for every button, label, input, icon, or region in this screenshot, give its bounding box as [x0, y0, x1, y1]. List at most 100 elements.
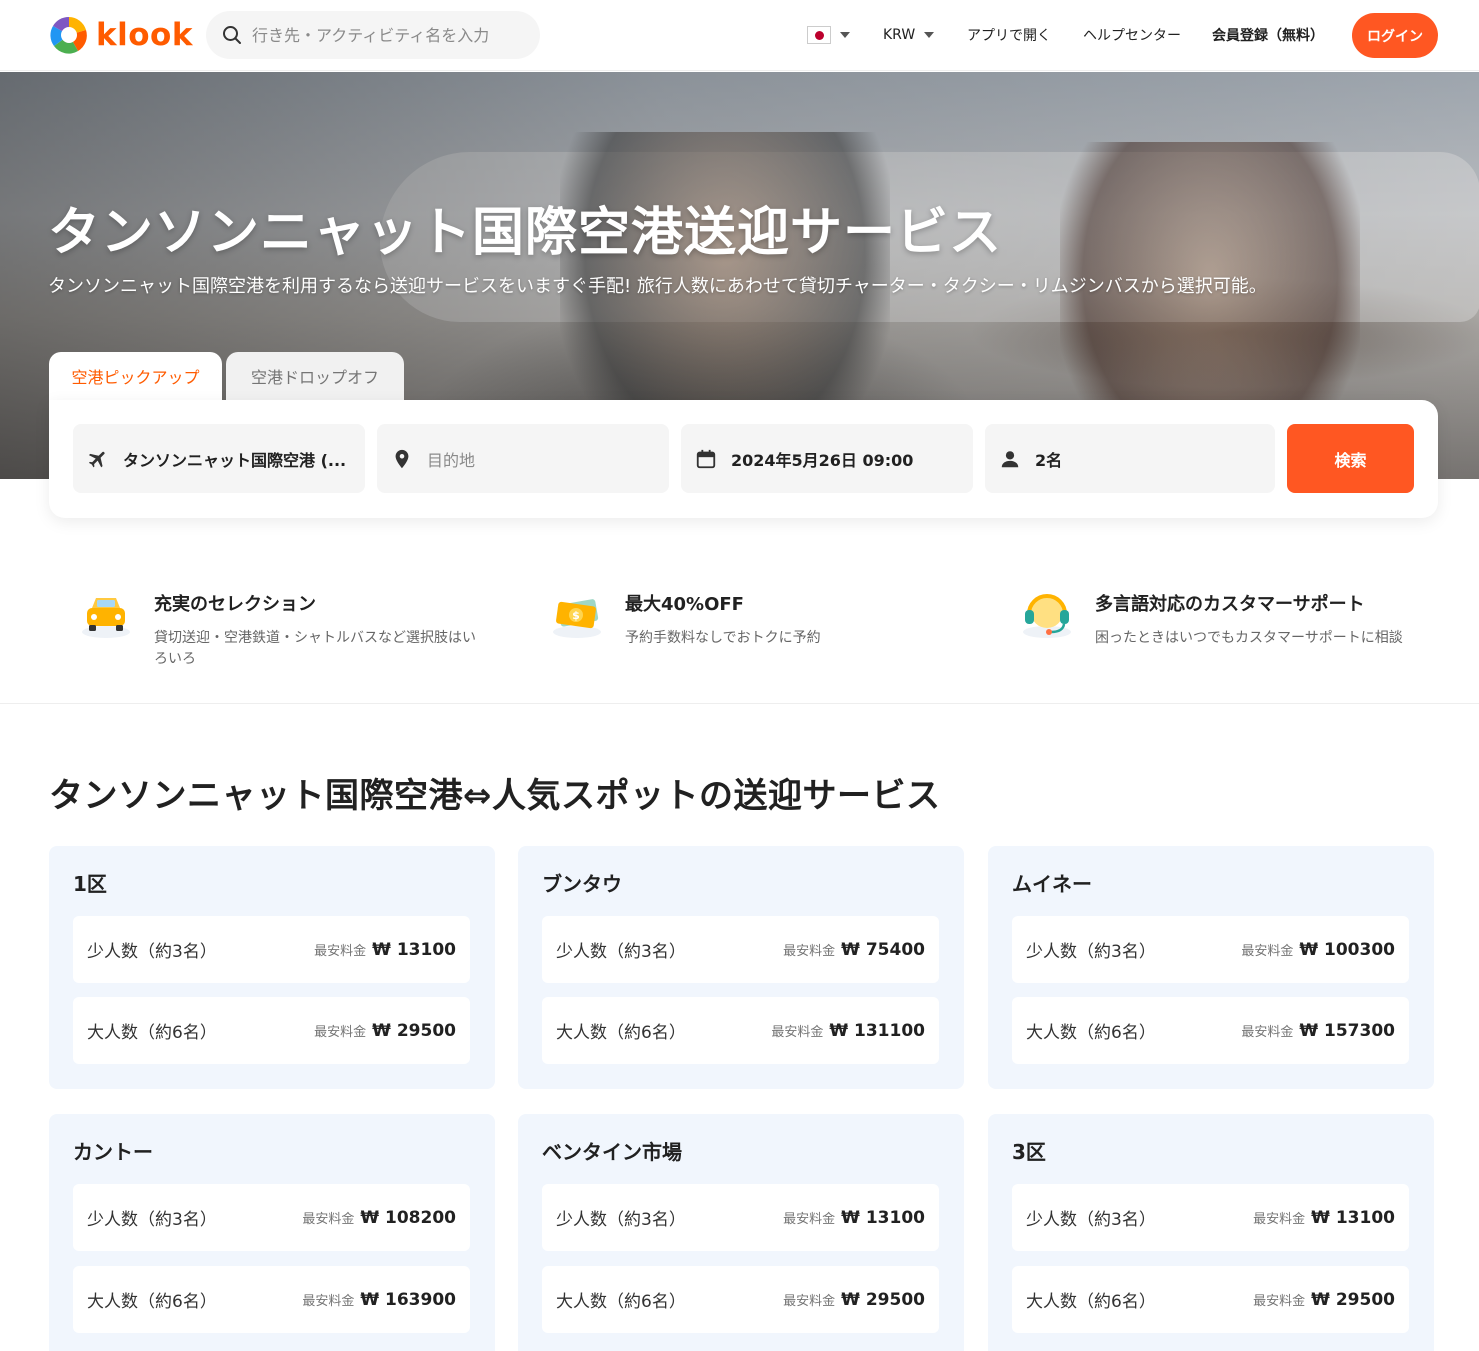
klook-logo-icon [50, 16, 88, 54]
min-price-label: 最安料金 [1241, 943, 1294, 959]
signup-link[interactable]: 会員登録（無料） [1212, 22, 1324, 48]
card-title: ムイネー [1012, 872, 1092, 896]
price-option[interactable]: 大人数（約6名） 最安料金 ₩ 157300 [1012, 997, 1409, 1064]
section-divider [0, 703, 1479, 704]
option-label: 大人数（約6名） [1026, 1292, 1156, 1312]
destination-card: 1区 少人数（約3名） 最安料金 ₩ 13100 大人数（約6名） 最安料金 ₩ 2… [49, 846, 495, 1089]
chevron-down-icon [840, 32, 850, 38]
calendar-icon [696, 449, 716, 468]
min-price-label: 最安料金 [783, 1211, 836, 1227]
passengers-field[interactable]: 2名 [985, 424, 1275, 493]
svg-text:$: $ [572, 609, 580, 622]
price-value: ₩ 29500 [372, 1020, 456, 1041]
card-title: カントー [73, 1140, 153, 1164]
price-option[interactable]: 少人数（約3名） 最安料金 ₩ 108200 [73, 1184, 470, 1251]
tab-airport-pickup[interactable]: 空港ピックアップ [49, 352, 222, 400]
price-option[interactable]: 少人数（約3名） 最安料金 ₩ 13100 [73, 916, 470, 983]
open-app-link[interactable]: アプリで開く [967, 22, 1051, 48]
destination-card: ベンタイン市場 少人数（約3名） 最安料金 ₩ 13100 大人数（約6名） 最安… [518, 1114, 964, 1351]
feature-description: 貸切送迎・空港鉄道・シャトルバスなど選択肢はいろいろ [154, 630, 476, 667]
help-center-link[interactable]: ヘルプセンター [1083, 22, 1181, 48]
min-price-label: 最安料金 [783, 1293, 836, 1309]
price-value: ₩ 108200 [360, 1207, 456, 1228]
option-label: 大人数（約6名） [1026, 1023, 1156, 1043]
plane-icon [88, 451, 105, 467]
option-label: 少人数（約3名） [556, 942, 686, 962]
hero-title: タンソンニャット国際空港送迎サービス [48, 203, 1003, 263]
currency-selector[interactable]: KRW [883, 22, 935, 48]
login-button[interactable]: ログイン [1352, 13, 1438, 58]
min-price-label: 最安料金 [314, 1024, 367, 1040]
price-option[interactable]: 少人数（約3名） 最安料金 ₩ 13100 [542, 1184, 939, 1251]
price-value: ₩ 131100 [829, 1020, 925, 1041]
price-option[interactable]: 少人数（約3名） 最安料金 ₩ 100300 [1012, 916, 1409, 983]
card-title: ベンタイン市場 [542, 1140, 682, 1164]
section-title: タンソンニャット国際空港⇔人気スポットの送迎サービス [49, 776, 941, 816]
search-input[interactable] [252, 25, 522, 45]
price-option[interactable]: 大人数（約6名） 最安料金 ₩ 29500 [542, 1266, 939, 1333]
transfer-search-form: タンソンニャット国際空港 (... 目的地 2024年5月26日 09:00 2… [49, 400, 1438, 518]
min-price-label: 最安料金 [302, 1293, 355, 1309]
price-value: ₩ 29500 [1311, 1289, 1395, 1310]
feature-title: 最大40%OFF [625, 594, 744, 615]
price-option[interactable]: 少人数（約3名） 最安料金 ₩ 13100 [1012, 1184, 1409, 1251]
logo-text: klook [96, 17, 193, 53]
option-label: 少人数（約3名） [87, 1210, 217, 1230]
price-value: ₩ 100300 [1299, 939, 1395, 960]
card-title: ブンタウ [542, 872, 622, 896]
card-title: 1区 [73, 872, 107, 896]
price-option[interactable]: 少人数（約3名） 最安料金 ₩ 75400 [542, 916, 939, 983]
feature-description: 困ったときはいつでもカスタマーサポートに相談 [1095, 630, 1403, 646]
destination-card: カントー 少人数（約3名） 最安料金 ₩ 108200 大人数（約6名） 最安料金… [49, 1114, 495, 1351]
feature-selection: 充実のセレクション 貸切送迎・空港鉄道・シャトルバスなど選択肢はいろいろ [78, 586, 484, 670]
money-icon: $ [553, 599, 601, 638]
chevron-down-icon [924, 32, 935, 38]
destination-card: ブンタウ 少人数（約3名） 最安料金 ₩ 75400 大人数（約6名） 最安料金 ₩… [518, 846, 964, 1089]
min-price-label: 最安料金 [783, 943, 836, 959]
option-label: 大人数（約6名） [556, 1023, 686, 1043]
klook-logo[interactable]: klook [48, 14, 193, 56]
min-price-label: 最安料金 [1253, 1293, 1306, 1309]
feature-description: 予約手数料なしでおトクに予約 [625, 630, 821, 646]
option-label: 少人数（約3名） [87, 942, 217, 962]
datetime-value: 2024年5月26日 09:00 [731, 450, 914, 470]
min-price-label: 最安料金 [1241, 1024, 1294, 1040]
price-value: ₩ 13100 [841, 1207, 925, 1228]
min-price-label: 最安料金 [302, 1211, 355, 1227]
headset-icon [1023, 594, 1071, 638]
price-value: ₩ 75400 [841, 939, 925, 960]
min-price-label: 最安料金 [771, 1024, 824, 1040]
price-option[interactable]: 大人数（約6名） 最安料金 ₩ 131100 [542, 997, 939, 1064]
price-option[interactable]: 大人数（約6名） 最安料金 ₩ 29500 [1012, 1266, 1409, 1333]
airport-value: タンソンニャット国際空港 (... [123, 450, 347, 470]
datetime-field[interactable]: 2024年5月26日 09:00 [681, 424, 973, 493]
top-header: klook KRW アプリで開く ヘルプセンター 会員登録（無料） ログイン [0, 0, 1479, 71]
currency-label: KRW [883, 27, 916, 43]
min-price-label: 最安料金 [1253, 1211, 1306, 1227]
feature-support: 多言語対応のカスタマーサポート 困ったときはいつでもカスタマーサポートに相談 [1019, 586, 1403, 649]
destination-card: 3区 少人数（約3名） 最安料金 ₩ 13100 大人数（約6名） 最安料金 ₩ 2… [988, 1114, 1434, 1351]
search-icon [223, 26, 241, 44]
feature-title: 多言語対応のカスタマーサポート [1095, 594, 1365, 615]
feature-title: 充実のセレクション [154, 594, 316, 615]
option-label: 少人数（約3名） [1026, 1210, 1156, 1230]
search-button[interactable]: 検索 [1287, 424, 1414, 493]
price-value: ₩ 29500 [841, 1289, 925, 1310]
feature-discount: $ 最大40%OFF 予約手数料なしでおトクに予約 [549, 586, 821, 649]
location-pin-icon [395, 449, 409, 468]
price-value: ₩ 157300 [1299, 1020, 1395, 1041]
language-selector[interactable] [807, 22, 850, 48]
option-label: 少人数（約3名） [556, 1210, 686, 1230]
price-option[interactable]: 大人数（約6名） 最安料金 ₩ 29500 [73, 997, 470, 1064]
option-label: 大人数（約6名） [87, 1292, 217, 1312]
destination-field[interactable]: 目的地 [377, 424, 669, 493]
min-price-label: 最安料金 [314, 943, 367, 959]
car-icon [82, 598, 130, 638]
price-option[interactable]: 大人数（約6名） 最安料金 ₩ 163900 [73, 1266, 470, 1333]
hero-subtitle: タンソンニャット国際空港を利用するなら送迎サービスをいますぐ手配! 旅行人数にあ… [48, 276, 1267, 297]
price-value: ₩ 13100 [372, 939, 456, 960]
global-search[interactable] [206, 11, 540, 59]
price-value: ₩ 163900 [360, 1289, 456, 1310]
airport-field[interactable]: タンソンニャット国際空港 (... [73, 424, 365, 493]
tab-airport-dropoff[interactable]: 空港ドロップオフ [226, 352, 404, 400]
